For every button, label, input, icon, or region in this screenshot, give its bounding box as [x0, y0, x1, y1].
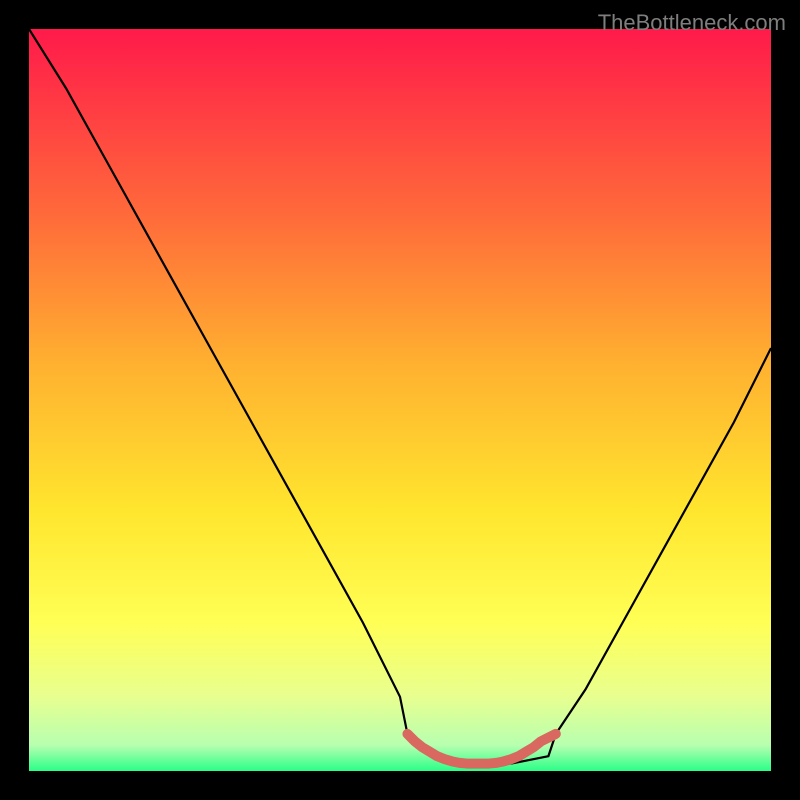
watermark-text: TheBottleneck.com — [598, 10, 786, 36]
chart-svg — [29, 29, 771, 771]
gradient-background — [29, 29, 771, 771]
chart-plot-area — [29, 29, 771, 771]
